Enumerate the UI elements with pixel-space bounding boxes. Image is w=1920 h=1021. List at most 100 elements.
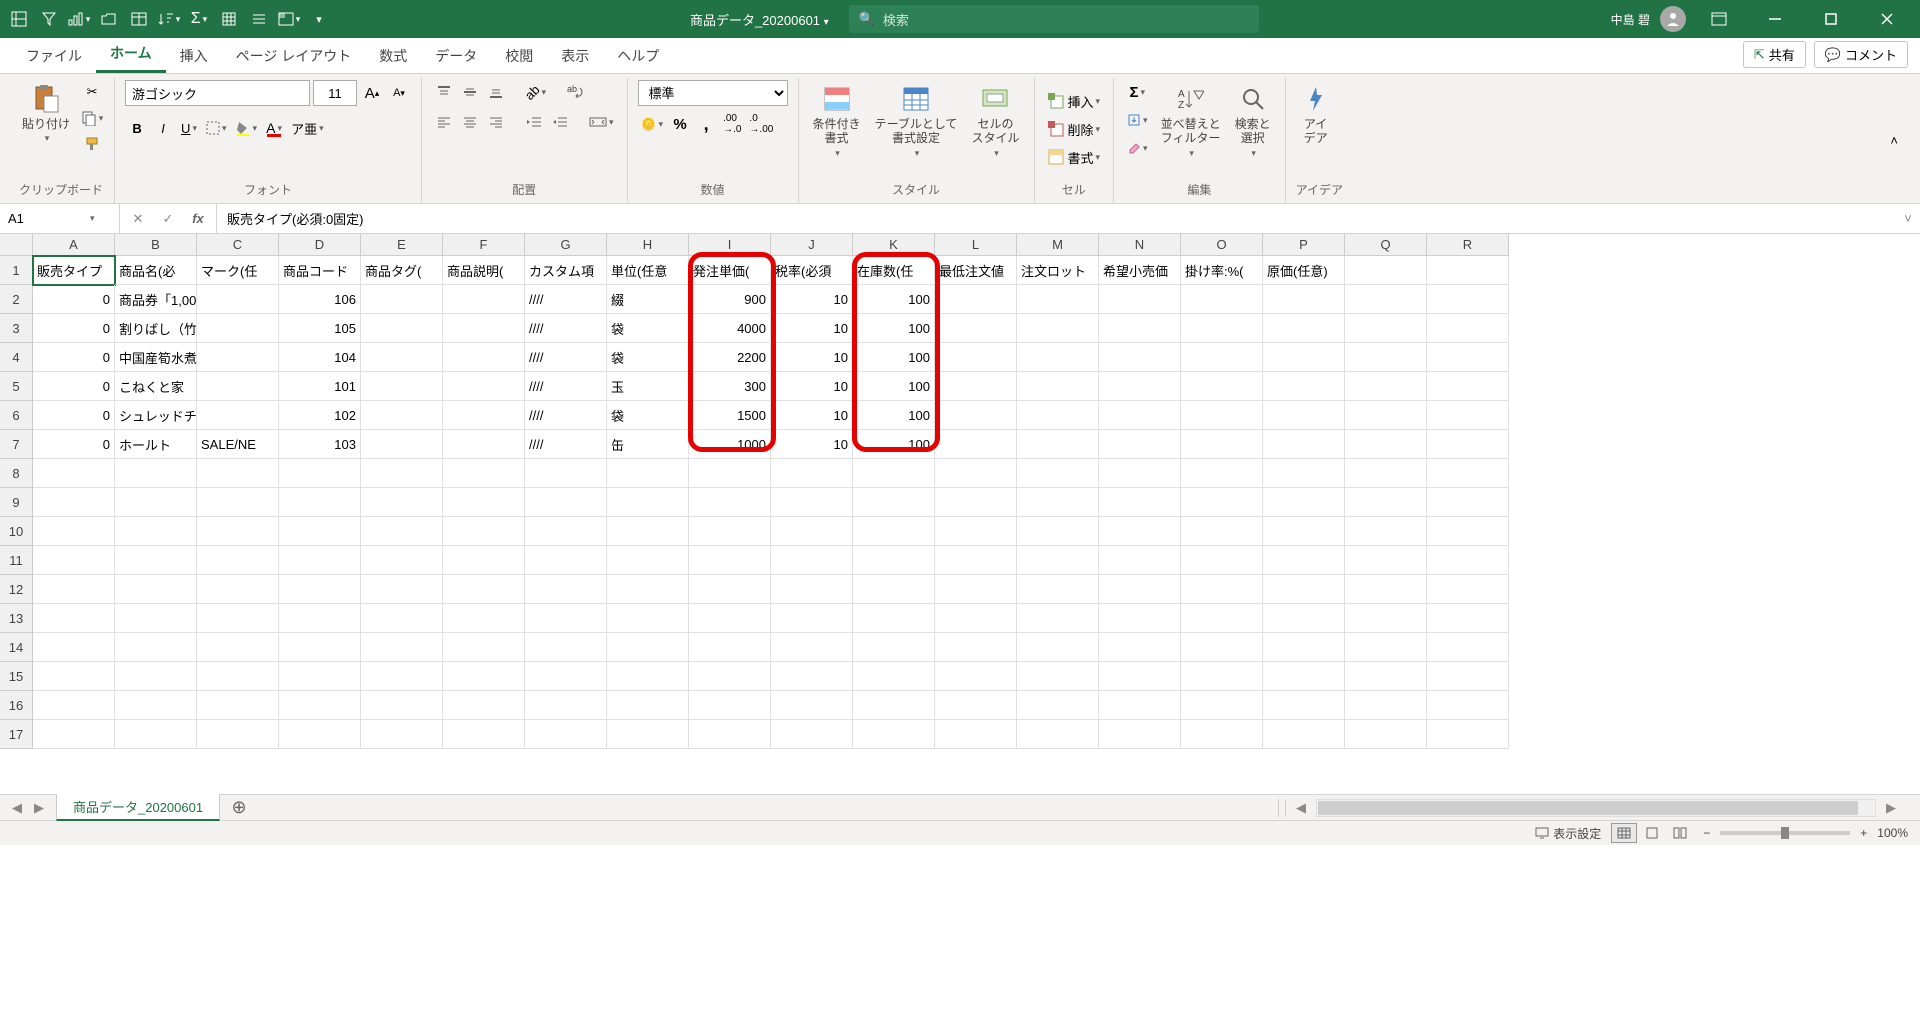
name-box[interactable]: ▾ bbox=[0, 204, 120, 233]
cell[interactable] bbox=[1181, 314, 1263, 343]
cell[interactable]: 900 bbox=[689, 285, 771, 314]
col-header-O[interactable]: O bbox=[1181, 234, 1263, 256]
cell[interactable] bbox=[853, 662, 935, 691]
cell[interactable] bbox=[361, 314, 443, 343]
cell[interactable] bbox=[1099, 604, 1181, 633]
cell[interactable] bbox=[361, 662, 443, 691]
col-header-I[interactable]: I bbox=[689, 234, 771, 256]
cell[interactable] bbox=[607, 633, 689, 662]
cell[interactable] bbox=[607, 691, 689, 720]
cell[interactable] bbox=[1181, 372, 1263, 401]
hscroll-thumb[interactable] bbox=[1318, 801, 1858, 815]
row-header-6[interactable]: 6 bbox=[0, 401, 33, 430]
cell[interactable] bbox=[197, 575, 279, 604]
cell[interactable] bbox=[1427, 604, 1509, 633]
cell[interactable]: ホールト bbox=[115, 430, 197, 459]
cell[interactable]: 注文ロット bbox=[1017, 256, 1099, 285]
minimize-button[interactable] bbox=[1752, 0, 1798, 38]
cell[interactable]: 102 bbox=[279, 401, 361, 430]
cell[interactable] bbox=[1427, 662, 1509, 691]
col-header-M[interactable]: M bbox=[1017, 234, 1099, 256]
cell[interactable] bbox=[361, 343, 443, 372]
column-headers[interactable]: ABCDEFGHIJKLMNOPQR bbox=[33, 234, 1509, 256]
col-header-G[interactable]: G bbox=[525, 234, 607, 256]
orientation-button[interactable]: ab▾ bbox=[522, 80, 549, 104]
cell[interactable] bbox=[771, 633, 853, 662]
cell[interactable] bbox=[607, 546, 689, 575]
cell[interactable] bbox=[279, 720, 361, 749]
cell[interactable] bbox=[197, 343, 279, 372]
qat-autosave-icon[interactable] bbox=[6, 6, 32, 32]
cell[interactable] bbox=[197, 488, 279, 517]
cell[interactable] bbox=[853, 575, 935, 604]
cell[interactable] bbox=[771, 604, 853, 633]
cell[interactable]: 100 bbox=[853, 314, 935, 343]
cell[interactable] bbox=[1099, 662, 1181, 691]
cell[interactable] bbox=[1017, 430, 1099, 459]
cell[interactable] bbox=[115, 459, 197, 488]
cell[interactable] bbox=[935, 314, 1017, 343]
delete-cells-button[interactable]: 削除▾ bbox=[1045, 117, 1104, 141]
maximize-button[interactable] bbox=[1808, 0, 1854, 38]
cell[interactable] bbox=[1099, 401, 1181, 430]
cell[interactable]: 0 bbox=[33, 285, 115, 314]
cell[interactable] bbox=[1263, 691, 1345, 720]
cell[interactable] bbox=[1017, 372, 1099, 401]
cell[interactable]: 1000 bbox=[689, 430, 771, 459]
cell[interactable] bbox=[935, 401, 1017, 430]
tab-ファイル[interactable]: ファイル bbox=[12, 39, 96, 73]
number-format-select[interactable]: 標準 bbox=[638, 80, 788, 106]
qat-open-icon[interactable] bbox=[96, 6, 122, 32]
row-header-4[interactable]: 4 bbox=[0, 343, 33, 372]
cell-reference-input[interactable] bbox=[8, 211, 88, 226]
display-settings-button[interactable]: 表示設定 bbox=[1535, 825, 1601, 842]
conditional-format-button[interactable]: 条件付き 書式▾ bbox=[809, 80, 865, 162]
cell[interactable]: 商品説明( bbox=[443, 256, 525, 285]
cell[interactable] bbox=[1427, 633, 1509, 662]
tab-校閲[interactable]: 校閲 bbox=[491, 39, 547, 73]
cell[interactable] bbox=[771, 517, 853, 546]
spreadsheet-grid[interactable]: ABCDEFGHIJKLMNOPQR 123456789101112131415… bbox=[0, 234, 1920, 794]
cell[interactable] bbox=[1181, 691, 1263, 720]
cell[interactable] bbox=[1427, 575, 1509, 604]
zoom-slider[interactable] bbox=[1720, 831, 1850, 835]
cell[interactable] bbox=[771, 691, 853, 720]
expand-formula-bar-button[interactable]: ˅ bbox=[1896, 204, 1920, 233]
cell[interactable] bbox=[1345, 575, 1427, 604]
cell[interactable] bbox=[1263, 604, 1345, 633]
cell[interactable]: 300 bbox=[689, 372, 771, 401]
cell[interactable]: 掛け率:%( bbox=[1181, 256, 1263, 285]
normal-view-button[interactable] bbox=[1611, 823, 1637, 843]
cell[interactable]: 発注単価( bbox=[689, 256, 771, 285]
tab-ヘルプ[interactable]: ヘルプ bbox=[603, 39, 673, 73]
share-button[interactable]: ⇱共有 bbox=[1743, 41, 1806, 68]
cell[interactable] bbox=[1345, 546, 1427, 575]
cell[interactable] bbox=[1345, 517, 1427, 546]
col-header-D[interactable]: D bbox=[279, 234, 361, 256]
cell[interactable] bbox=[115, 488, 197, 517]
cell[interactable] bbox=[853, 546, 935, 575]
cell[interactable] bbox=[1017, 343, 1099, 372]
cell[interactable] bbox=[771, 662, 853, 691]
cell[interactable]: 玉 bbox=[607, 372, 689, 401]
cell[interactable]: 100 bbox=[853, 401, 935, 430]
cells-area[interactable]: 販売タイプ商品名(必マーク(任商品コード商品タグ(商品説明(カスタム項単位(任意… bbox=[33, 256, 1509, 749]
cell[interactable] bbox=[443, 720, 525, 749]
cell[interactable] bbox=[689, 604, 771, 633]
cell[interactable] bbox=[279, 575, 361, 604]
cell[interactable] bbox=[1017, 459, 1099, 488]
format-cells-button[interactable]: 書式▾ bbox=[1045, 145, 1104, 169]
cell[interactable] bbox=[197, 372, 279, 401]
cell[interactable] bbox=[33, 720, 115, 749]
collapse-ribbon-button[interactable]: ˄ bbox=[1876, 133, 1912, 148]
cell[interactable] bbox=[1181, 285, 1263, 314]
cell[interactable] bbox=[1181, 720, 1263, 749]
qat-sort-icon[interactable]: ▾ bbox=[156, 6, 182, 32]
cell[interactable] bbox=[525, 517, 607, 546]
cell[interactable]: 10 bbox=[771, 430, 853, 459]
fill-color-button[interactable]: ▾ bbox=[232, 116, 261, 140]
comma-button[interactable]: , bbox=[694, 112, 718, 136]
underline-button[interactable]: U▾ bbox=[177, 116, 201, 140]
format-painter-button[interactable] bbox=[80, 132, 104, 156]
col-header-K[interactable]: K bbox=[853, 234, 935, 256]
